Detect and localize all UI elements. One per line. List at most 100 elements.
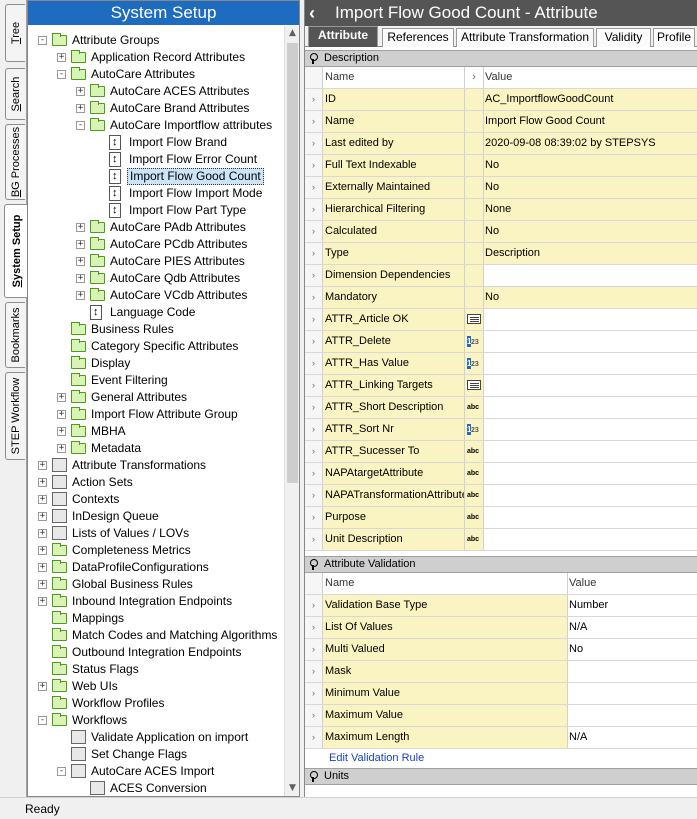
- grid-row[interactable]: › Full Text Indexable No: [305, 155, 697, 177]
- vtab-bg-processes[interactable]: BG Processes: [5, 124, 25, 200]
- expand-icon[interactable]: +: [76, 240, 85, 249]
- grid-row[interactable]: › Calculated No: [305, 221, 697, 243]
- tab-attribute[interactable]: Attribute: [308, 26, 378, 47]
- tree-node[interactable]: + InDesign Queue: [28, 508, 284, 525]
- vtab-search[interactable]: Search: [5, 68, 25, 120]
- row-expand-icon[interactable]: ›: [305, 639, 323, 660]
- section-validation[interactable]: Attribute Validation: [305, 556, 697, 573]
- collapse-icon[interactable]: -: [38, 36, 47, 45]
- row-expand-icon[interactable]: ›: [305, 155, 323, 176]
- expand-icon[interactable]: +: [76, 87, 85, 96]
- row-expand-icon[interactable]: ›: [305, 441, 323, 462]
- pin-icon[interactable]: [309, 559, 318, 570]
- tree-node[interactable]: + Global Business Rules: [28, 576, 284, 593]
- tree-node[interactable]: Outbound Integration Endpoints: [28, 644, 284, 661]
- grid-row[interactable]: › Mandatory No: [305, 287, 697, 309]
- tree-node[interactable]: - AutoCare Attributes: [28, 66, 284, 83]
- expand-icon[interactable]: +: [38, 478, 47, 487]
- grid-row[interactable]: › Purpose: [305, 507, 697, 529]
- scroll-thumb[interactable]: [287, 43, 298, 483]
- expand-icon[interactable]: +: [38, 580, 47, 589]
- collapse-icon[interactable]: -: [38, 716, 47, 725]
- row-expand-icon[interactable]: ›: [305, 485, 323, 506]
- collapse-icon[interactable]: -: [57, 767, 66, 776]
- row-expand-icon[interactable]: ›: [305, 243, 323, 264]
- tree-node[interactable]: Mappings: [28, 610, 284, 627]
- row-expand-icon[interactable]: ›: [305, 199, 323, 220]
- row-expand-icon[interactable]: ›: [305, 375, 323, 396]
- tree-node[interactable]: + Completeness Metrics: [28, 542, 284, 559]
- tree-node[interactable]: Match Codes and Matching Algorithms: [28, 627, 284, 644]
- grid-row[interactable]: › ATTR_Short Description: [305, 397, 697, 419]
- tree-node[interactable]: + Metadata: [28, 440, 284, 457]
- grid-row[interactable]: › Type Description: [305, 243, 697, 265]
- expand-icon[interactable]: +: [76, 291, 85, 300]
- tree-node[interactable]: Import Flow Part Type: [28, 202, 284, 219]
- row-expand-icon[interactable]: ›: [305, 529, 323, 550]
- tab-references[interactable]: References: [382, 28, 454, 47]
- grid-row[interactable]: › ATTR_Sort Nr: [305, 419, 697, 441]
- row-expand-icon[interactable]: ›: [305, 661, 323, 682]
- grid-row[interactable]: › ATTR_Delete: [305, 331, 697, 353]
- grid-row[interactable]: › Multi Valued No: [305, 639, 697, 661]
- grid-row[interactable]: › Unit Description: [305, 529, 697, 551]
- expand-icon[interactable]: +: [57, 410, 66, 419]
- scroll-down-arrow-icon[interactable]: ▼: [285, 781, 300, 796]
- tree-node[interactable]: + Contexts: [28, 491, 284, 508]
- tree-node[interactable]: + Action Sets: [28, 474, 284, 491]
- tree-node[interactable]: Workflow Profiles: [28, 695, 284, 712]
- vtab-tree[interactable]: Tree: [5, 4, 25, 62]
- name-column-header[interactable]: Name: [323, 67, 465, 88]
- tree-node[interactable]: Business Rules: [28, 321, 284, 338]
- tree-scrollbar[interactable]: ▲ ▼: [284, 26, 299, 796]
- tree-node[interactable]: Set Change Flags: [28, 746, 284, 763]
- tree-node[interactable]: Category Specific Attributes: [28, 338, 284, 355]
- pin-icon[interactable]: [309, 771, 318, 782]
- tree-node[interactable]: Import Flow Error Count: [28, 151, 284, 168]
- row-expand-icon[interactable]: ›: [305, 463, 323, 484]
- row-expand-icon[interactable]: ›: [305, 309, 323, 330]
- tree-node[interactable]: + Inbound Integration Endpoints: [28, 593, 284, 610]
- grid-row[interactable]: › List Of Values N/A: [305, 617, 697, 639]
- tree-node[interactable]: Validate Application on import: [28, 729, 284, 746]
- tree-node[interactable]: + General Attributes: [28, 389, 284, 406]
- edit-validation-rule-link[interactable]: Edit Validation Rule: [329, 749, 424, 767]
- tree-node[interactable]: + Lists of Values / LOVs: [28, 525, 284, 542]
- collapse-icon[interactable]: -: [76, 121, 85, 130]
- tab-validity[interactable]: Validity: [596, 28, 651, 47]
- expand-icon[interactable]: +: [76, 223, 85, 232]
- expand-icon[interactable]: +: [38, 495, 47, 504]
- vtab-system-setup[interactable]: System Setup: [4, 204, 28, 298]
- row-expand-icon[interactable]: ›: [305, 353, 323, 374]
- expand-icon[interactable]: +: [38, 512, 47, 521]
- expand-icon[interactable]: +: [38, 682, 47, 691]
- tree-node[interactable]: + AutoCare PCdb Attributes: [28, 236, 284, 253]
- row-expand-icon[interactable]: ›: [305, 727, 323, 748]
- expand-icon[interactable]: +: [38, 529, 47, 538]
- grid-row[interactable]: › Name Import Flow Good Count: [305, 111, 697, 133]
- row-expand-icon[interactable]: [305, 573, 323, 594]
- expand-icon[interactable]: +: [76, 257, 85, 266]
- value-column-header[interactable]: Value: [484, 67, 697, 88]
- value-column-header[interactable]: Value: [568, 573, 697, 594]
- row-expand-icon[interactable]: ›: [305, 617, 323, 638]
- tree-node[interactable]: + Web UIs: [28, 678, 284, 695]
- tree-node[interactable]: - AutoCare ACES Import: [28, 763, 284, 780]
- tree-node[interactable]: - Attribute Groups: [28, 32, 284, 49]
- scroll-up-arrow-icon[interactable]: ▲: [285, 26, 300, 41]
- expand-icon[interactable]: +: [76, 274, 85, 283]
- expand-icon[interactable]: +: [38, 461, 47, 470]
- grid-row[interactable]: › Maximum Value: [305, 705, 697, 727]
- row-expand-icon[interactable]: ›: [305, 331, 323, 352]
- grid-row[interactable]: › Last edited by 2020-09-08 08:39:02 by ST…: [305, 133, 697, 155]
- expand-icon[interactable]: +: [38, 597, 47, 606]
- tree-node[interactable]: + Attribute Transformations: [28, 457, 284, 474]
- tree-node[interactable]: + AutoCare ACES Attributes: [28, 83, 284, 100]
- expand-icon[interactable]: +: [38, 563, 47, 572]
- back-chevron-icon[interactable]: ‹: [309, 0, 315, 26]
- grid-row[interactable]: › Mask: [305, 661, 697, 683]
- expand-icon[interactable]: +: [57, 444, 66, 453]
- grid-row[interactable]: › NAPATransformationAttribute: [305, 485, 697, 507]
- pin-icon[interactable]: [309, 53, 318, 64]
- tree-node[interactable]: - Workflows: [28, 712, 284, 729]
